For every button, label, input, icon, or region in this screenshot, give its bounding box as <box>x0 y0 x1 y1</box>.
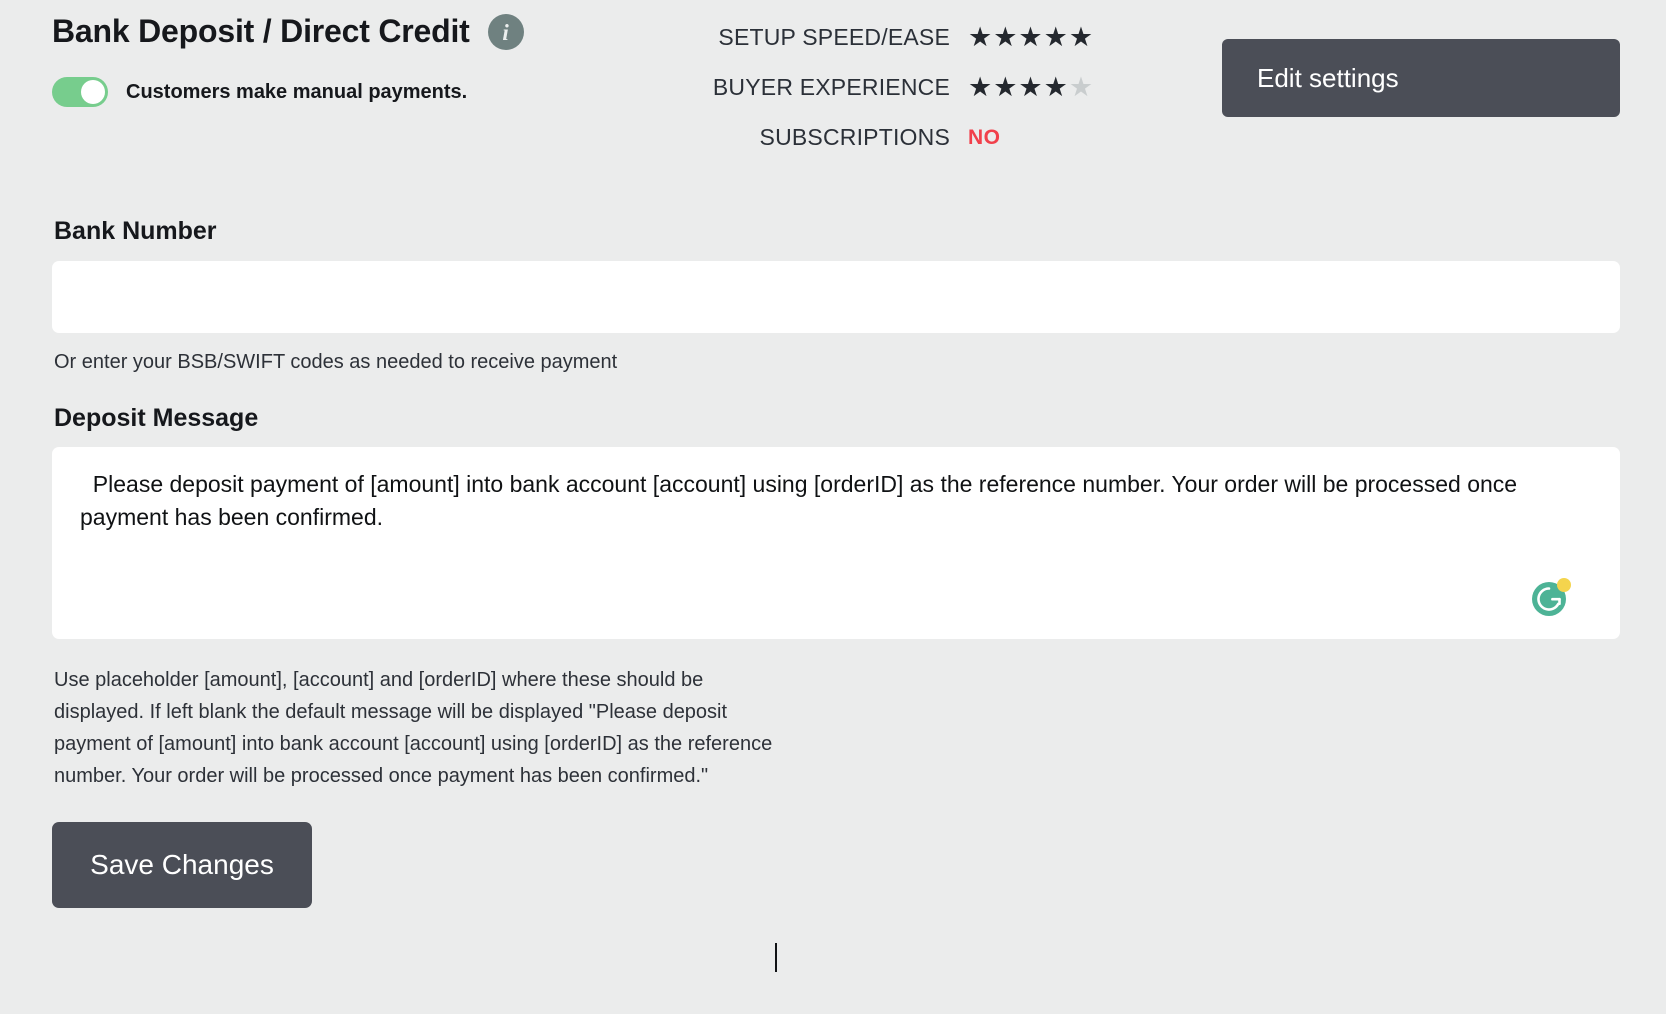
rating-row-buyer-experience: BUYER EXPERIENCE ★★★★★ <box>660 62 1120 112</box>
settings-form: Bank Number Or enter your BSB/SWIFT code… <box>52 217 1620 972</box>
bank-number-helper-text: Or enter your BSB/SWIFT codes as needed … <box>54 350 618 373</box>
deposit-message-label-wrap: Deposit Message <box>52 403 1620 433</box>
deposit-message-wrap <box>52 447 1620 972</box>
rating-label-setup-speed: SETUP SPEED/EASE <box>718 23 950 50</box>
save-changes-button[interactable]: Save Changes <box>52 822 312 908</box>
star-empty-group: ★ <box>1068 71 1095 102</box>
toggle-knob <box>81 80 105 104</box>
manual-payments-toggle[interactable] <box>52 77 108 107</box>
rating-row-subscriptions: SUBSCRIPTIONS NO <box>660 112 1120 162</box>
title-line: Bank Deposit / Direct Credit i <box>52 14 672 50</box>
ratings-panel: SETUP SPEED/EASE ★★★★★ BUYER EXPERIENCE … <box>660 12 1120 162</box>
page-header: Bank Deposit / Direct Credit i Customers… <box>0 0 1666 165</box>
deposit-message-textarea[interactable] <box>52 447 1620 639</box>
text-cursor <box>775 943 777 972</box>
deposit-message-helper-text: Use placeholder [amount], [account] and … <box>54 669 773 787</box>
manual-payments-toggle-label: Customers make manual payments. <box>126 80 468 103</box>
page-title: Bank Deposit / Direct Credit <box>52 13 470 50</box>
rating-label-buyer-experience: BUYER EXPERIENCE <box>712 73 950 100</box>
rating-value-subscriptions: NO <box>968 125 1001 149</box>
star-filled-group: ★★★★★ <box>968 21 1095 52</box>
edit-settings-button[interactable]: Edit settings <box>1222 39 1620 117</box>
deposit-message-label: Deposit Message <box>54 403 259 432</box>
rating-stars-buyer-experience: ★★★★★ <box>968 71 1120 102</box>
settings-page: Bank Deposit / Direct Credit i Customers… <box>0 0 1666 1014</box>
star-filled-group: ★★★★ <box>968 71 1069 102</box>
rating-row-setup-speed: SETUP SPEED/EASE ★★★★★ <box>660 12 1120 62</box>
title-block: Bank Deposit / Direct Credit i Customers… <box>52 14 672 107</box>
info-icon[interactable]: i <box>487 14 524 50</box>
manual-payments-toggle-row: Customers make manual payments. <box>52 77 672 107</box>
bank-number-input[interactable] <box>52 260 1620 333</box>
grammarly-icon[interactable] <box>1530 574 1574 618</box>
rating-label-subscriptions: SUBSCRIPTIONS <box>759 123 950 150</box>
rating-stars-setup-speed: ★★★★★ <box>968 21 1120 52</box>
bank-number-label: Bank Number <box>54 217 217 245</box>
